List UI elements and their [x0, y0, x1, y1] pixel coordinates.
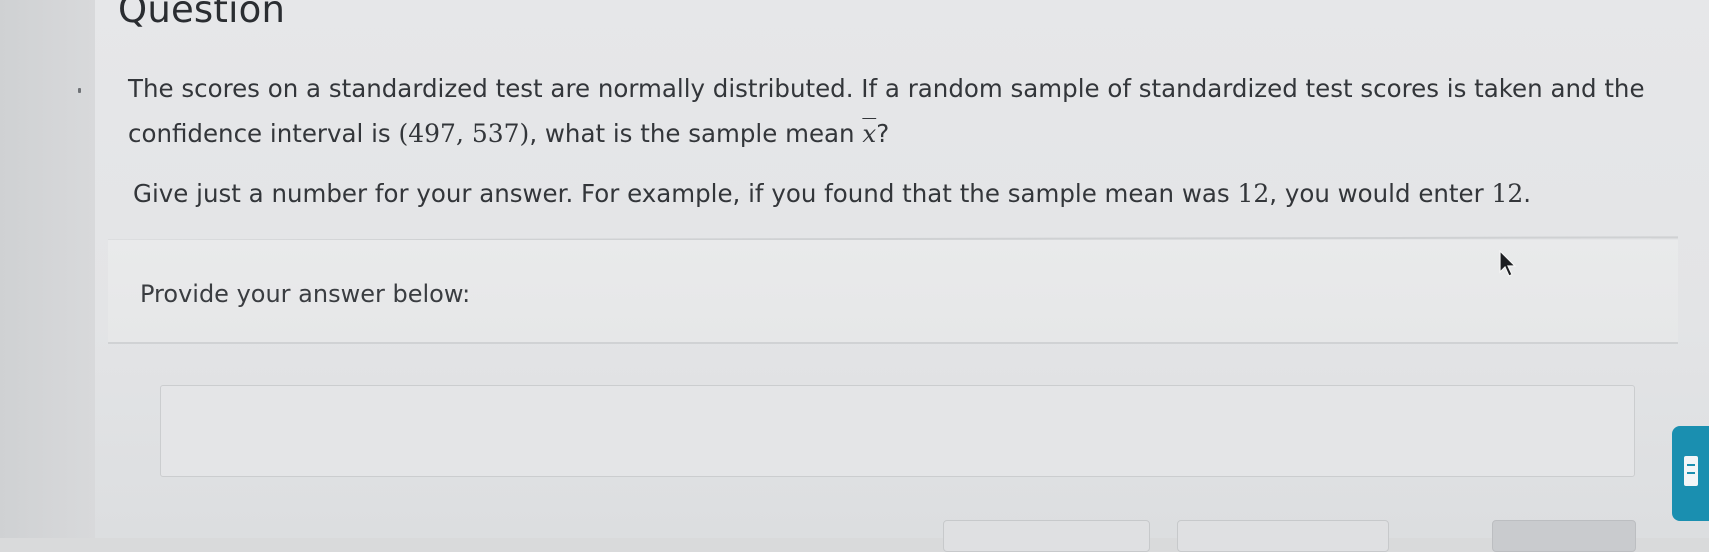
- side-panel-tab[interactable]: [1672, 426, 1709, 521]
- question-text: The scores on a standardized test are no…: [128, 66, 1668, 156]
- secondary-button[interactable]: [943, 520, 1150, 552]
- question-text-part2: , what is the sample mean: [529, 119, 863, 148]
- list-icon: [1684, 456, 1698, 486]
- page-background: [0, 0, 95, 538]
- section-divider-lower: [108, 342, 1678, 344]
- bullet-marker: [78, 88, 81, 93]
- answer-input-container: [160, 385, 1635, 477]
- example-value: 12: [1237, 179, 1270, 208]
- instruction-part3: .: [1523, 179, 1532, 208]
- sample-mean-symbol: x: [862, 119, 877, 148]
- confidence-interval: (497, 537): [398, 119, 530, 148]
- instruction-part2: , you would enter: [1269, 179, 1492, 208]
- answer-label: Provide your answer below:: [140, 280, 471, 308]
- instruction-part1: Give just a number for your answer. For …: [133, 179, 1238, 208]
- question-text-part3: ?: [876, 119, 890, 148]
- answer-instruction: Give just a number for your answer. For …: [133, 174, 1673, 214]
- mouse-cursor-icon: [1499, 250, 1517, 277]
- secondary-button-2[interactable]: [1177, 520, 1389, 552]
- page-title: Question: [118, 0, 286, 31]
- example-value-2: 12: [1491, 179, 1524, 208]
- submit-button[interactable]: [1492, 520, 1636, 552]
- answer-input[interactable]: [161, 386, 1634, 476]
